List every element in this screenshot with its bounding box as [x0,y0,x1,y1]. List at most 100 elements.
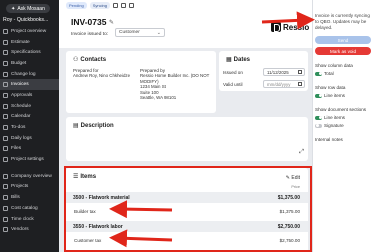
company-logo: Ressio [271,22,309,32]
grid-icon [3,28,8,34]
link-icon[interactable] [112,2,118,8]
sidebar-item-calendar[interactable]: Calendar [0,112,59,123]
contacts-card: ⚇ Contacts Prepared for Andrew Roy, Nino… [66,51,216,113]
notebook-icon [3,135,8,141]
sidebar-item-estimate[interactable]: Estimate [0,37,59,48]
sidebar-item-approvals[interactable]: Approvals [0,90,59,101]
expand-icon[interactable]: ⤢ [299,149,304,156]
issued-to-select[interactable]: Customer ⌄ [115,28,165,37]
show-document-sections-heading: Show document sections [315,107,367,112]
checklist-icon [3,125,8,131]
logo-mark-icon [271,22,281,32]
issued-on-value: 11/12/2025 [267,69,289,75]
sidebar-item-label: Bills [11,195,20,201]
doc-line-items-toggle-row[interactable]: Line items [315,115,345,120]
chevron-down-icon: ⌄ [156,30,161,36]
status-badge-syncing: Syncing [89,1,110,9]
send-button[interactable]: Send [315,36,371,44]
sidebar-item-label: Invoices [11,82,29,88]
total-toggle-row[interactable]: Total [315,71,334,76]
line-items-toggle[interactable] [315,93,322,98]
building-icon [3,173,8,179]
sidebar-item-company-overview[interactable]: Company overview [0,171,59,182]
sidebar-item-label: Time clock [11,216,34,222]
sidebar-item-project-overview[interactable]: Project overview [0,26,59,37]
sidebar-item-label: Project settings [11,157,44,163]
sidebar-item-files[interactable]: Files [0,144,59,155]
pencil-icon[interactable]: ✎ [109,19,114,26]
issued-on-label: Issued on [223,70,243,75]
sidebar-item-cost-catalog[interactable]: Cost catalog [0,203,59,214]
sidebar-item-label: Company overview [11,173,52,179]
calendar-icon [3,114,8,120]
sidebar-item-label: Files [11,146,22,152]
total-toggle[interactable] [315,71,322,76]
clock-icon [3,216,8,222]
sidebar-item-label: Calendar [11,114,31,120]
log-icon [3,71,8,77]
calendar-picker-icon [298,70,302,74]
print-icon[interactable] [128,2,134,8]
mark-void-button[interactable]: Mark as void [315,47,371,55]
sidebar-item-label: Vendors [11,227,29,233]
signature-toggle[interactable] [315,123,322,128]
sidebar-item-daily-logs[interactable]: Daily logs [0,133,59,144]
catalog-icon [3,205,8,211]
briefcase-icon [3,184,8,190]
top-toolbar: Pending Syncing [59,0,312,10]
line-items-toggle-row[interactable]: Line items [315,93,345,98]
description-card: ▤ Description ⤢ [66,117,308,161]
sidebar-item-label: To-dos [11,125,26,131]
valid-until-placeholder: mm/dd/yyyy [267,81,291,87]
calculator-icon [3,39,8,45]
address-line: Ressio Home Builder Inc. (DO NOT [140,73,210,78]
sidebar-item-budget[interactable]: Budget [0,58,59,69]
sidebar-item-invoices[interactable]: Invoices [0,79,59,91]
sidebar-item-vendors[interactable]: Vendors [0,224,59,235]
show-column-data-heading: Show column data [315,63,353,68]
right-panel: Invoice is currently syncing to QBO. Upd… [312,0,372,252]
gear-icon [3,157,8,163]
sidebar-item-project-settings[interactable]: Project settings [0,154,59,165]
line-items-toggle-label: Line items [324,93,345,98]
valid-until-input[interactable]: mm/dd/yyyy [263,80,305,88]
calendar-picker-icon [298,82,302,86]
project-selector[interactable]: Roy - Quickbooks... [3,17,57,23]
signature-toggle-row[interactable]: Signature [315,123,344,128]
issued-to-value: Customer [119,30,140,35]
check-icon [3,92,8,98]
issued-on-input[interactable]: 11/12/2025 [263,68,305,76]
dates-title-text: Dates [233,56,251,63]
sidebar-item-label: Projects [11,184,29,190]
description-title-text: Description [80,122,114,129]
issued-to-label: Invoice issued to: [71,32,109,37]
dates-title: ▦ Dates [226,56,251,64]
invoice-icon [3,82,8,88]
annotation-highlight-box [64,166,312,252]
sidebar-item-label: Project overview [11,28,47,34]
description-title: ▤ Description [73,122,114,130]
sidebar-item-projects[interactable]: Projects [0,182,59,193]
sidebar-item-bills[interactable]: Bills [0,192,59,203]
doc-line-items-toggle[interactable] [315,115,322,120]
show-row-data-heading: Show row data [315,85,346,90]
calendar-icon: ▦ [226,57,232,63]
ask-mosaan-button[interactable]: ✦ Ask Mosaan [6,4,50,13]
sidebar-item-label: Specifications [11,50,41,56]
sidebar-item-time-clock[interactable]: Time clock [0,214,59,225]
dollar-icon [3,60,8,66]
people-icon [3,227,8,233]
sidebar-item-label: Cost catalog [11,205,38,211]
invoice-number: INV-0735 [71,17,107,27]
sidebar-item-specifications[interactable]: Specifications [0,47,59,58]
contacts-title-text: Contacts [80,56,107,63]
sidebar-item-todos[interactable]: To-dos [0,122,59,133]
total-toggle-label: Total [324,71,334,76]
contacts-icon: ⚇ [73,57,79,63]
sidebar-item-schedule[interactable]: Schedule [0,101,59,112]
sidebar-item-change-log[interactable]: Change log [0,69,59,80]
contacts-title: ⚇ Contacts [73,56,107,64]
address-line: Seattle, WA 98101 [140,95,177,101]
ask-mosaan-label: Ask Mosaan [17,5,45,12]
attachment-icon[interactable] [120,2,126,8]
